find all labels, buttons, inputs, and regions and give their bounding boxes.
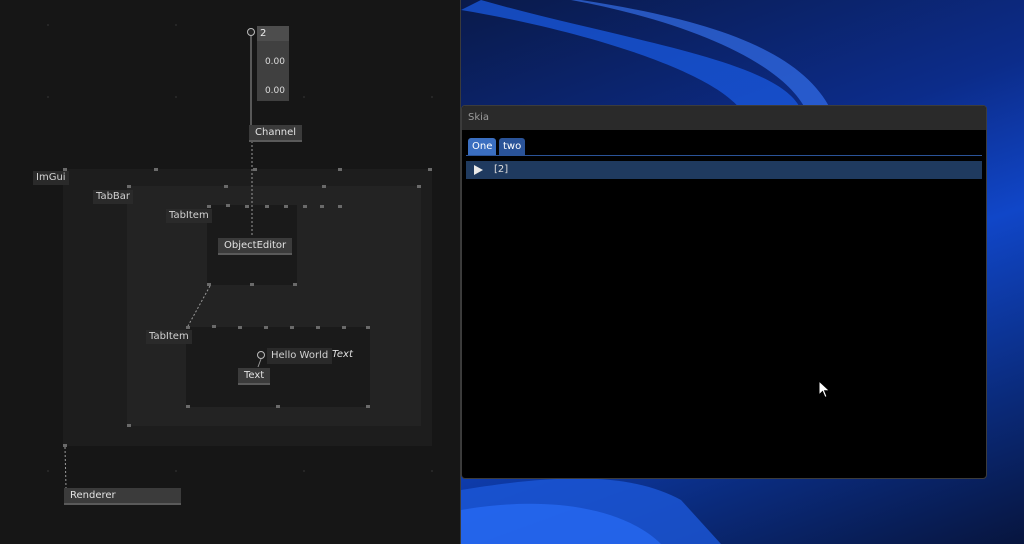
skia-window[interactable]: Skia One two [2]	[461, 105, 987, 479]
expand-arrow-icon[interactable]	[474, 165, 483, 175]
tab-two[interactable]: two	[499, 138, 526, 156]
renderer-node[interactable]: Renderer	[64, 488, 181, 505]
tab-bar: One two	[462, 130, 986, 158]
iobox-value[interactable]: 0.00	[265, 86, 285, 96]
window-title: Skia	[468, 112, 490, 123]
text-node[interactable]: Text	[238, 368, 271, 385]
hello-world-pin-icon[interactable]	[257, 351, 265, 359]
window-titlebar[interactable]: Skia	[462, 106, 986, 130]
tree-row-label: [2]	[494, 164, 509, 175]
hello-world-iobox[interactable]: Hello World	[267, 348, 333, 364]
link-helloworld-text	[257, 358, 262, 368]
tab-underline	[466, 155, 982, 156]
iobox[interactable]: 2 0.00 0.00	[257, 26, 289, 101]
text-type-label: Text	[332, 349, 353, 360]
channel-node[interactable]: Channel	[249, 125, 303, 142]
patch-editor[interactable]: ImGui TabBar TabItem TabItem 2 0.00 0.00…	[0, 0, 460, 544]
tree-row[interactable]: [2]	[466, 161, 982, 179]
tab-one[interactable]: One	[468, 138, 497, 156]
links-layer	[64, 36, 262, 489]
iobox-value[interactable]: 0.00	[265, 57, 285, 67]
mouse-pointer-icon	[818, 380, 831, 399]
iobox-header: 2	[257, 26, 289, 41]
link-tabitem-tabitem	[187, 285, 211, 327]
object-editor-node[interactable]: ObjectEditor	[218, 238, 293, 255]
iobox-pin-icon[interactable]	[247, 28, 255, 36]
link-imgui-renderer	[64, 446, 67, 489]
